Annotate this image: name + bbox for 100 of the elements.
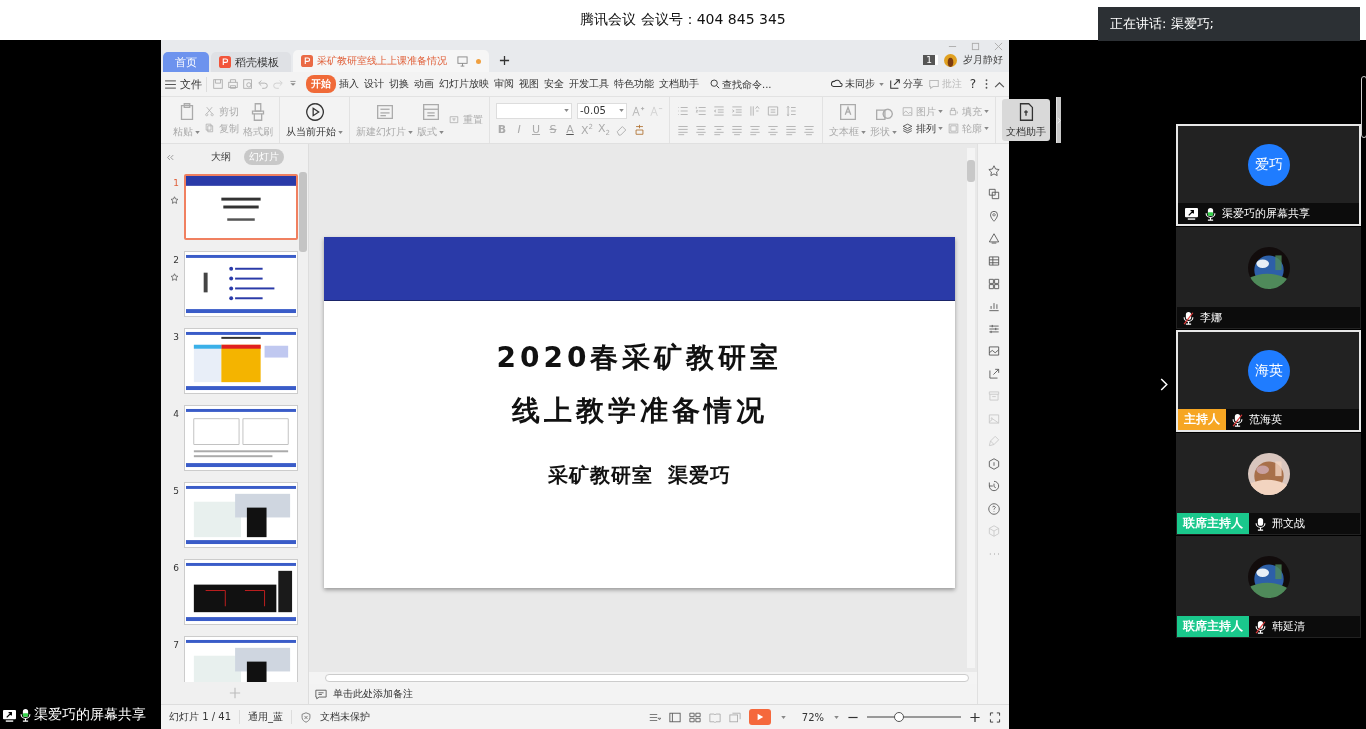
cut-icon xyxy=(204,105,217,118)
menu-tab[interactable]: 设计 xyxy=(362,75,386,93)
hexagon-icon[interactable] xyxy=(986,456,1001,471)
font-size-field[interactable]: -0.05 xyxy=(577,102,627,119)
meeting-title: 腾讯会议 会议号：404 845 345 xyxy=(580,11,786,29)
avatar-initials: 海英 xyxy=(1247,349,1290,392)
user-name[interactable]: 岁月静好 xyxy=(963,53,1003,67)
search-icon xyxy=(710,79,720,89)
menu-tab[interactable]: 幻灯片放映 xyxy=(437,75,491,93)
print-icon[interactable] xyxy=(227,78,239,90)
arrange-icon xyxy=(901,122,914,135)
text-align-box-icon[interactable] xyxy=(766,103,780,118)
notes-placeholder[interactable]: 单击此处添加备注 xyxy=(333,687,413,701)
slider-thumb[interactable] xyxy=(893,712,904,722)
help-button[interactable]: ? xyxy=(969,77,976,91)
file-menu[interactable]: 文件 xyxy=(165,76,207,92)
star-icon[interactable] xyxy=(986,164,1001,178)
presentation-file-icon xyxy=(301,55,313,67)
caret-icon xyxy=(408,130,413,134)
scrollbar-thumb[interactable] xyxy=(299,172,307,252)
normal-view-icon[interactable] xyxy=(668,711,681,723)
menu-tab[interactable]: 视图 xyxy=(517,75,541,93)
close-icon[interactable] xyxy=(994,42,1003,51)
maximize-icon[interactable] xyxy=(971,42,980,51)
assistant-button[interactable]: 文档助手 xyxy=(1002,99,1050,141)
image-icon xyxy=(901,105,914,118)
theme-name[interactable]: 通用_蓝 xyxy=(248,710,283,724)
window-count-badge[interactable]: 1 xyxy=(923,55,938,65)
menu-tab[interactable]: 插入 xyxy=(337,75,361,93)
collapse-ribbon-icon[interactable] xyxy=(994,80,1005,88)
menu-tab[interactable]: 动画 xyxy=(412,75,436,93)
help-icon[interactable] xyxy=(986,501,1001,516)
zoom-level[interactable]: 72% xyxy=(801,711,824,723)
monitor-icon xyxy=(457,55,468,67)
text-direction-icon[interactable] xyxy=(748,103,762,118)
line-spacing-icon[interactable] xyxy=(784,103,798,118)
sync-button[interactable]: 未同步 xyxy=(830,77,884,91)
reading-view-icon[interactable] xyxy=(708,711,721,723)
copy-icon[interactable] xyxy=(986,186,1001,201)
caret-icon xyxy=(892,130,897,134)
avatar-icon[interactable] xyxy=(944,53,957,67)
menu-tab[interactable]: 安全 xyxy=(542,75,566,93)
protection-status[interactable]: 文档未保护 xyxy=(320,710,370,724)
play-button[interactable]: 从当前开始 xyxy=(286,101,343,139)
share-button[interactable]: 分享 xyxy=(888,77,923,91)
note-icon xyxy=(315,688,327,700)
presenter-view-icon[interactable] xyxy=(728,711,741,723)
arrange-button[interactable]: 排列 xyxy=(901,121,943,136)
menu-tab[interactable]: 特色功能 xyxy=(612,75,656,93)
play-slideshow-button[interactable] xyxy=(748,709,771,725)
undo-icon[interactable] xyxy=(257,78,269,90)
new-tab-icon[interactable] xyxy=(499,55,510,66)
slide-number: 4 xyxy=(173,409,179,419)
shield-icon xyxy=(300,711,312,723)
picture-frame-icon[interactable] xyxy=(986,344,1001,358)
participant-tile[interactable]: 联席主持人 邢文战 xyxy=(1176,433,1361,535)
fit-window-icon[interactable] xyxy=(989,711,1001,723)
scrollbar-thumb[interactable] xyxy=(967,160,975,182)
scrollbar-thumb[interactable] xyxy=(325,674,969,682)
export-icon[interactable] xyxy=(986,366,1001,381)
participant-tile[interactable]: 李娜 xyxy=(1176,227,1361,329)
print-preview-icon[interactable] xyxy=(242,78,254,90)
slide-sorter-icon[interactable] xyxy=(688,711,701,723)
menu-icon xyxy=(165,79,176,89)
slide-number: 7 xyxy=(173,640,179,650)
document-tab[interactable]: 稻壳模板 xyxy=(211,52,291,72)
history-icon[interactable] xyxy=(986,479,1001,493)
shapes-icon[interactable] xyxy=(986,231,1001,246)
participant-name: 渠爱巧的屏幕共享 xyxy=(1222,206,1310,221)
more-options-icon[interactable] xyxy=(985,78,988,90)
menu-tab[interactable]: 开发工具 xyxy=(567,75,611,93)
menu-tab[interactable]: 切换 xyxy=(387,75,411,93)
zoom-in-icon[interactable] xyxy=(969,711,981,723)
participant-tile[interactable]: 海英 主持人 范海英 xyxy=(1176,330,1361,432)
outline-icon xyxy=(947,122,960,135)
notes-view-icon[interactable] xyxy=(648,711,661,723)
table-icon[interactable] xyxy=(986,254,1001,268)
role-tag: 联席主持人 xyxy=(1177,513,1249,534)
caret-icon xyxy=(564,109,569,113)
cloud-icon xyxy=(830,78,843,90)
participant-tile[interactable]: 爱巧 渠爱巧的屏幕共享 xyxy=(1176,124,1361,226)
phonetic-icon[interactable] xyxy=(633,123,646,136)
menu-tab[interactable]: 审阅 xyxy=(492,75,516,93)
command-search-field[interactable]: 查找命令... xyxy=(710,78,784,90)
grow-font-icon[interactable] xyxy=(632,104,645,117)
panel-tab[interactable]: 大纲 xyxy=(206,149,236,165)
font-name-field[interactable] xyxy=(496,102,572,119)
slide-number: 2 xyxy=(173,255,179,265)
caret-icon xyxy=(984,127,989,130)
caret-icon xyxy=(834,715,839,719)
eraser-icon[interactable] xyxy=(615,123,628,136)
flame-logo-icon xyxy=(219,56,231,68)
menu-tab[interactable]: 文档助手 xyxy=(657,75,701,93)
save-icon[interactable] xyxy=(212,78,224,90)
participant-tile[interactable]: 联席主持人 韩延清 xyxy=(1176,536,1361,638)
caret-icon xyxy=(619,109,624,113)
speaking-toast: 正在讲话: 渠爱巧; xyxy=(1098,7,1360,41)
collapse-panel-icon[interactable] xyxy=(166,153,174,161)
grid-icon[interactable] xyxy=(986,276,1001,291)
play-icon xyxy=(755,713,764,721)
